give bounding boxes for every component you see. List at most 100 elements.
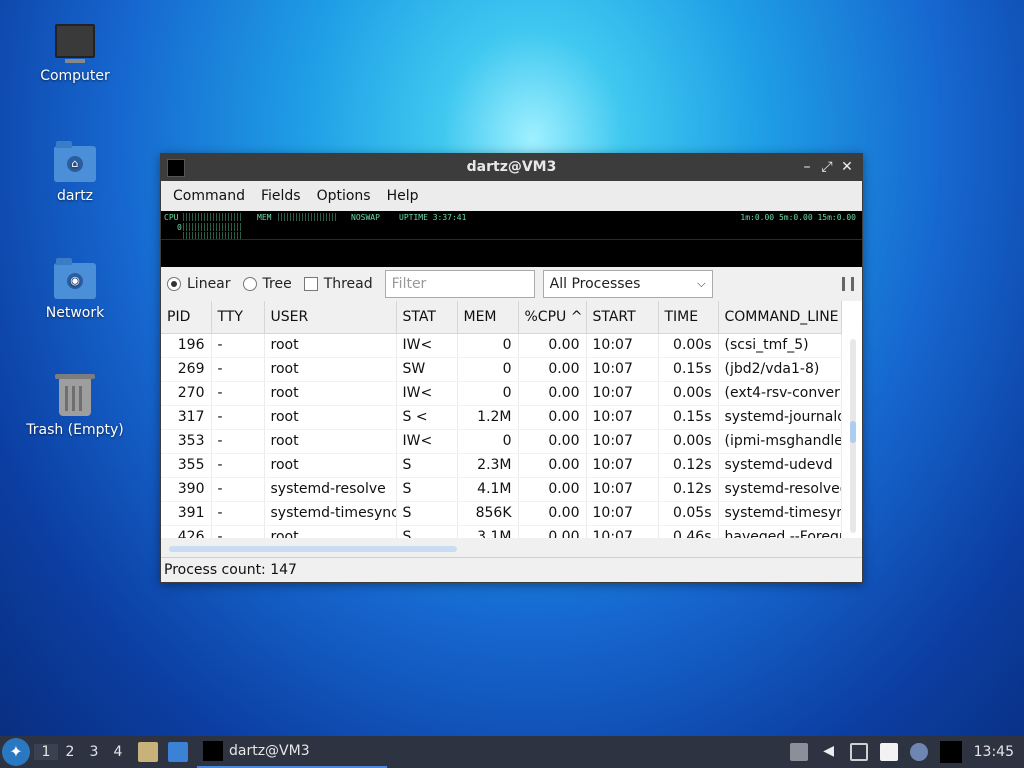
- filter-input[interactable]: [384, 270, 535, 298]
- column-header[interactable]: MEM: [457, 301, 519, 334]
- pause-icon[interactable]: [842, 277, 854, 291]
- table-cell: -: [211, 357, 265, 382]
- status-bar: Process count: 147: [161, 557, 862, 582]
- scrollbar-thumb[interactable]: [850, 421, 856, 443]
- htop-window: dartz@VM3 – ⤢ ✕ Command Fields Options H…: [160, 153, 863, 583]
- table-cell: 10:07: [586, 501, 659, 526]
- desktop-icon-home-folder[interactable]: ⌂ dartz: [20, 141, 130, 204]
- process-filter-select[interactable]: All Processes ⌵: [542, 270, 713, 298]
- column-header[interactable]: USER: [264, 301, 397, 334]
- table-cell: 355: [161, 453, 212, 478]
- menu-help[interactable]: Help: [381, 188, 429, 204]
- close-button[interactable]: ✕: [838, 157, 856, 177]
- terminal-app-icon: [203, 741, 223, 761]
- menu-options[interactable]: Options: [311, 188, 381, 204]
- table-cell: S: [396, 477, 458, 502]
- table-cell: 1.2M: [457, 405, 519, 430]
- upload-icon[interactable]: [789, 743, 808, 761]
- table-cell: 10:07: [586, 405, 659, 430]
- column-header[interactable]: STAT: [396, 301, 458, 334]
- menu-fields[interactable]: Fields: [255, 188, 311, 204]
- column-header[interactable]: START: [586, 301, 659, 334]
- process-table: PID TTY USER STAT MEM %CPU ^ START TIME COMMAND_…: [161, 301, 842, 538]
- table-cell: 0: [457, 429, 519, 454]
- show-desktop-icon[interactable]: [168, 742, 188, 762]
- table-cell: systemd-resolve: [264, 477, 397, 502]
- column-header[interactable]: COMMAND_LINE: [718, 301, 842, 334]
- table-cell: root: [264, 405, 397, 430]
- table-row[interactable]: 391- systemd-timesync S 856K 0.00 10:07 0.05s s…: [161, 501, 842, 526]
- vertical-scrollbar[interactable]: [850, 339, 856, 533]
- clock[interactable]: 13:45: [974, 744, 1014, 760]
- cpu-meter-bar: [183, 213, 243, 221]
- table-row[interactable]: 317- root S <1.2M 0.00 10:07 0.15s systemd-jou…: [161, 405, 842, 430]
- linear-label: Linear: [187, 276, 231, 292]
- workspace-3[interactable]: 3: [82, 744, 106, 760]
- workspace-2[interactable]: 2: [58, 744, 82, 760]
- table-cell: root: [264, 429, 397, 454]
- clipboard-icon[interactable]: [879, 743, 898, 761]
- desktop-icon-label: Network: [45, 305, 105, 321]
- notification-icon[interactable]: [909, 743, 928, 761]
- taskbar-task-dartz[interactable]: dartz@VM3: [197, 736, 387, 768]
- workspace-4[interactable]: 4: [106, 744, 130, 760]
- table-cell: root: [264, 381, 397, 406]
- column-header[interactable]: PID: [161, 301, 212, 334]
- desktop-icon-trash[interactable]: Trash (Empty): [20, 374, 130, 438]
- trash-icon: [55, 374, 95, 416]
- radio-selected-icon: [167, 277, 181, 291]
- column-header[interactable]: TTY: [211, 301, 265, 334]
- column-header[interactable]: %CPU ^: [518, 301, 587, 334]
- home-folder-icon: ⌂: [54, 141, 96, 182]
- table-cell: systemd-timesync: [264, 501, 397, 526]
- terminal-tray-icon[interactable]: [939, 741, 962, 763]
- file-manager-icon[interactable]: [138, 742, 158, 762]
- table-header-row: PID TTY USER STAT MEM %CPU ^ START TIME COMMAND_…: [161, 301, 842, 334]
- table-cell: 3.1M: [457, 525, 519, 538]
- table-row[interactable]: 270- root IW< 0 0.00 10:07 0.00s (ext4-rsv-conv…: [161, 381, 842, 406]
- table-cell: 0: [457, 333, 519, 358]
- table-cell: S: [396, 525, 458, 538]
- volume-icon[interactable]: ◀: [820, 743, 838, 761]
- tree-radio[interactable]: Tree: [242, 276, 292, 292]
- menu-command[interactable]: Command: [167, 188, 255, 204]
- workspace-1[interactable]: 1: [34, 744, 58, 760]
- mem-meter-label: MEM: [257, 213, 272, 222]
- horizontal-scrollbar[interactable]: [169, 546, 457, 552]
- table-cell: 270: [161, 381, 212, 406]
- thread-checkbox[interactable]: Thread: [303, 276, 373, 292]
- column-header[interactable]: TIME: [658, 301, 719, 334]
- table-cell: -: [211, 525, 265, 538]
- table-row[interactable]: 269- root SW 0 0.00 10:07 0.15s (jbd2/vda1-8): [161, 357, 842, 382]
- table-cell: (ipmi-msghandler: [718, 429, 842, 454]
- table-cell: 0.00: [518, 453, 587, 478]
- chevron-down-icon: ⌵: [697, 277, 706, 290]
- table-cell: 0.00: [518, 405, 587, 430]
- table-row[interactable]: 355- root S 2.3M 0.00 10:07 0.12s systemd-udevd: [161, 453, 842, 478]
- window-titlebar[interactable]: dartz@VM3 – ⤢ ✕: [161, 154, 862, 181]
- table-cell: root: [264, 357, 397, 382]
- table-cell: -: [211, 429, 265, 454]
- desktop-icon-computer[interactable]: Computer: [20, 24, 130, 84]
- table-row[interactable]: 353- root IW< 0 0.00 10:07 0.00s (ipmi-msghandl…: [161, 429, 842, 454]
- start-menu-icon[interactable]: ✦: [2, 738, 30, 766]
- table-cell: 0.00s: [658, 333, 719, 358]
- minimize-button[interactable]: –: [798, 157, 816, 177]
- table-cell: systemd-resolved: [718, 477, 842, 502]
- table-cell: systemd-timesync: [718, 501, 842, 526]
- table-cell: 0: [457, 381, 519, 406]
- table-row[interactable]: 196- root IW< 0 0.00 10:07 0.00s (scsi_tmf_5): [161, 333, 842, 358]
- table-cell: 10:07: [586, 429, 659, 454]
- table-cell: 0: [457, 357, 519, 382]
- desktop-icon-network[interactable]: ◉ Network: [20, 258, 130, 321]
- network-icon[interactable]: [849, 743, 868, 761]
- table-row[interactable]: 426- root S 3.1M 0.00 10:07 0.46s haveged --For…: [161, 525, 842, 538]
- maximize-button[interactable]: ⤢: [818, 157, 836, 177]
- table-cell: 0.00: [518, 501, 587, 526]
- radio-unselected-icon: [242, 277, 257, 291]
- table-cell: SW: [396, 357, 458, 382]
- table-row[interactable]: 390- systemd-resolve S 4.1M 0.00 10:07 0.12s sy…: [161, 477, 842, 502]
- table-cell: 426: [161, 525, 212, 538]
- table-cell: 0.00: [518, 429, 587, 454]
- linear-radio[interactable]: Linear: [167, 276, 231, 292]
